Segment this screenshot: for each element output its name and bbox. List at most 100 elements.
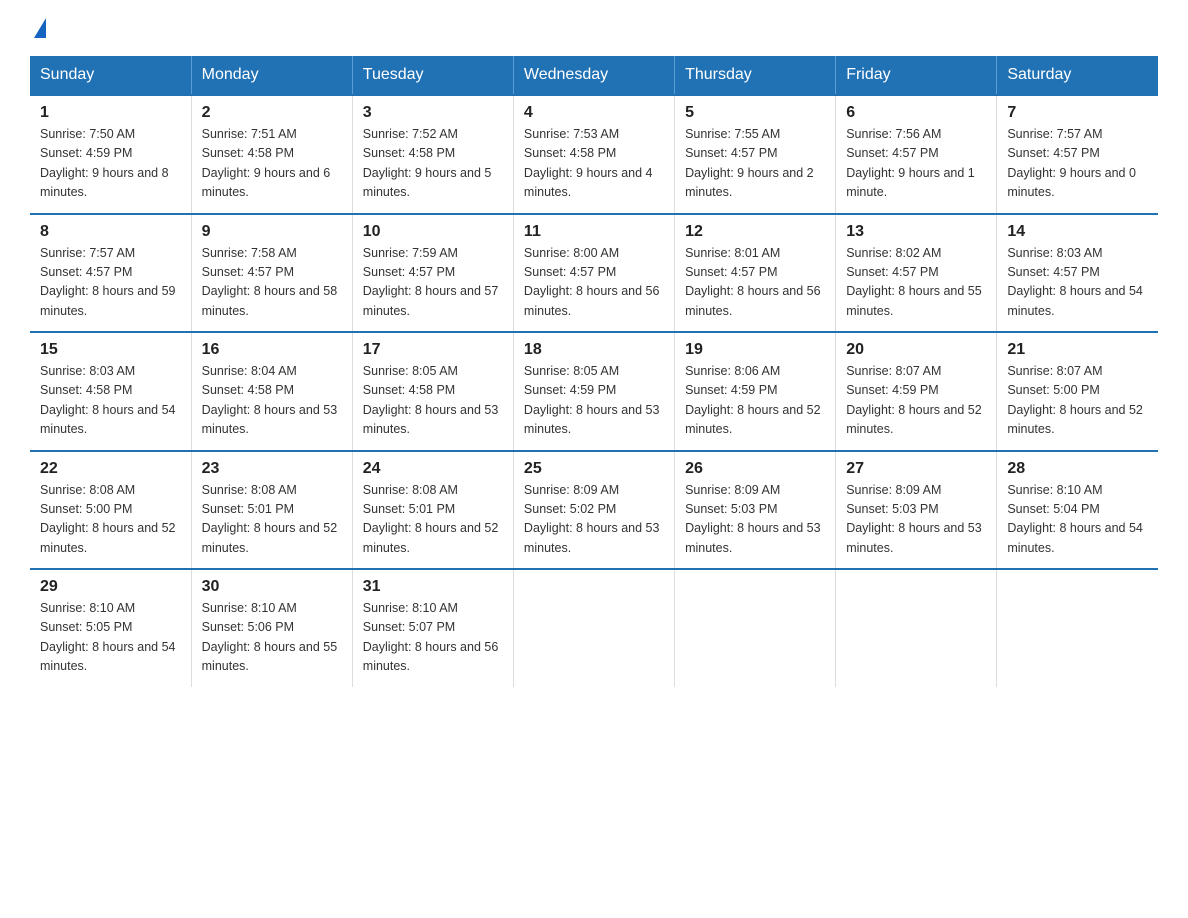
calendar-day-cell: 14 Sunrise: 8:03 AMSunset: 4:57 PMDayligh… — [997, 214, 1158, 333]
day-info: Sunrise: 7:57 AMSunset: 4:57 PMDaylight:… — [40, 244, 181, 322]
day-info: Sunrise: 7:50 AMSunset: 4:59 PMDaylight:… — [40, 125, 181, 203]
day-number: 17 — [363, 341, 503, 359]
page-header — [30, 20, 1158, 38]
day-number: 23 — [202, 460, 342, 478]
calendar-day-cell: 12 Sunrise: 8:01 AMSunset: 4:57 PMDayligh… — [675, 214, 836, 333]
day-info: Sunrise: 8:07 AMSunset: 4:59 PMDaylight:… — [846, 362, 986, 440]
calendar-day-cell: 1 Sunrise: 7:50 AMSunset: 4:59 PMDaylight… — [30, 95, 191, 214]
calendar-day-cell: 4Sunrise: 7:53 AMSunset: 4:58 PMDaylight… — [513, 95, 674, 214]
day-info: Sunrise: 8:10 AMSunset: 5:06 PMDaylight:… — [202, 599, 342, 677]
logo-text — [30, 20, 46, 40]
weekday-header-monday: Monday — [191, 56, 352, 95]
weekday-header-wednesday: Wednesday — [513, 56, 674, 95]
day-number: 31 — [363, 578, 503, 596]
day-number: 20 — [846, 341, 986, 359]
day-number: 10 — [363, 223, 503, 241]
calendar-day-cell: 30 Sunrise: 8:10 AMSunset: 5:06 PMDayligh… — [191, 569, 352, 687]
calendar-week-row: 8 Sunrise: 7:57 AMSunset: 4:57 PMDaylight… — [30, 214, 1158, 333]
day-number: 21 — [1007, 341, 1148, 359]
day-info: Sunrise: 8:10 AMSunset: 5:05 PMDaylight:… — [40, 599, 181, 677]
calendar-day-cell: 20 Sunrise: 8:07 AMSunset: 4:59 PMDayligh… — [836, 332, 997, 451]
calendar-week-row: 15 Sunrise: 8:03 AMSunset: 4:58 PMDayligh… — [30, 332, 1158, 451]
day-info: Sunrise: 8:01 AMSunset: 4:57 PMDaylight:… — [685, 244, 825, 322]
day-info: Sunrise: 7:57 AMSunset: 4:57 PMDaylight:… — [1007, 125, 1148, 203]
day-number: 26 — [685, 460, 825, 478]
calendar-week-row: 22 Sunrise: 8:08 AMSunset: 5:00 PMDayligh… — [30, 451, 1158, 570]
calendar-day-cell: 15 Sunrise: 8:03 AMSunset: 4:58 PMDayligh… — [30, 332, 191, 451]
calendar-day-cell: 2 Sunrise: 7:51 AMSunset: 4:58 PMDaylight… — [191, 95, 352, 214]
day-info: Sunrise: 8:03 AMSunset: 4:58 PMDaylight:… — [40, 362, 181, 440]
day-info: Sunrise: 8:09 AMSunset: 5:02 PMDaylight:… — [524, 481, 664, 559]
calendar-day-cell: 9Sunrise: 7:58 AMSunset: 4:57 PMDaylight… — [191, 214, 352, 333]
day-number: 27 — [846, 460, 986, 478]
day-number: 13 — [846, 223, 986, 241]
day-info: Sunrise: 7:52 AMSunset: 4:58 PMDaylight:… — [363, 125, 503, 203]
logo — [30, 20, 46, 38]
day-info: Sunrise: 8:07 AMSunset: 5:00 PMDaylight:… — [1007, 362, 1148, 440]
empty-cell — [675, 569, 836, 687]
weekday-header-friday: Friday — [836, 56, 997, 95]
day-number: 16 — [202, 341, 342, 359]
calendar-day-cell: 22 Sunrise: 8:08 AMSunset: 5:00 PMDayligh… — [30, 451, 191, 570]
day-number: 22 — [40, 460, 181, 478]
calendar-day-cell: 24 Sunrise: 8:08 AMSunset: 5:01 PMDayligh… — [352, 451, 513, 570]
day-number: 30 — [202, 578, 342, 596]
weekday-header-row: SundayMondayTuesdayWednesdayThursdayFrid… — [30, 56, 1158, 95]
day-number: 8 — [40, 223, 181, 241]
day-info: Sunrise: 7:56 AMSunset: 4:57 PMDaylight:… — [846, 125, 986, 203]
empty-cell — [836, 569, 997, 687]
calendar-day-cell: 7 Sunrise: 7:57 AMSunset: 4:57 PMDaylight… — [997, 95, 1158, 214]
empty-cell — [997, 569, 1158, 687]
day-number: 1 — [40, 104, 181, 122]
day-info: Sunrise: 8:10 AMSunset: 5:07 PMDaylight:… — [363, 599, 503, 677]
calendar-day-cell: 18Sunrise: 8:05 AMSunset: 4:59 PMDayligh… — [513, 332, 674, 451]
day-info: Sunrise: 8:00 AMSunset: 4:57 PMDaylight:… — [524, 244, 664, 322]
day-number: 14 — [1007, 223, 1148, 241]
day-info: Sunrise: 7:55 AMSunset: 4:57 PMDaylight:… — [685, 125, 825, 203]
calendar-day-cell: 17Sunrise: 8:05 AMSunset: 4:58 PMDayligh… — [352, 332, 513, 451]
day-info: Sunrise: 8:06 AMSunset: 4:59 PMDaylight:… — [685, 362, 825, 440]
calendar-table: SundayMondayTuesdayWednesdayThursdayFrid… — [30, 56, 1158, 687]
calendar-day-cell: 23Sunrise: 8:08 AMSunset: 5:01 PMDayligh… — [191, 451, 352, 570]
day-info: Sunrise: 8:09 AMSunset: 5:03 PMDaylight:… — [846, 481, 986, 559]
day-number: 12 — [685, 223, 825, 241]
calendar-day-cell: 10Sunrise: 7:59 AMSunset: 4:57 PMDayligh… — [352, 214, 513, 333]
day-info: Sunrise: 8:03 AMSunset: 4:57 PMDaylight:… — [1007, 244, 1148, 322]
day-number: 7 — [1007, 104, 1148, 122]
day-number: 9 — [202, 223, 342, 241]
day-number: 25 — [524, 460, 664, 478]
calendar-body: 1 Sunrise: 7:50 AMSunset: 4:59 PMDaylight… — [30, 95, 1158, 687]
calendar-day-cell: 11Sunrise: 8:00 AMSunset: 4:57 PMDayligh… — [513, 214, 674, 333]
day-info: Sunrise: 8:09 AMSunset: 5:03 PMDaylight:… — [685, 481, 825, 559]
calendar-day-cell: 25 Sunrise: 8:09 AMSunset: 5:02 PMDayligh… — [513, 451, 674, 570]
day-info: Sunrise: 7:51 AMSunset: 4:58 PMDaylight:… — [202, 125, 342, 203]
day-info: Sunrise: 8:05 AMSunset: 4:59 PMDaylight:… — [524, 362, 664, 440]
calendar-day-cell: 26 Sunrise: 8:09 AMSunset: 5:03 PMDayligh… — [675, 451, 836, 570]
day-number: 15 — [40, 341, 181, 359]
weekday-header-tuesday: Tuesday — [352, 56, 513, 95]
calendar-day-cell: 16Sunrise: 8:04 AMSunset: 4:58 PMDayligh… — [191, 332, 352, 451]
calendar-day-cell: 29 Sunrise: 8:10 AMSunset: 5:05 PMDayligh… — [30, 569, 191, 687]
day-number: 6 — [846, 104, 986, 122]
calendar-day-cell: 8 Sunrise: 7:57 AMSunset: 4:57 PMDaylight… — [30, 214, 191, 333]
weekday-header-saturday: Saturday — [997, 56, 1158, 95]
day-number: 19 — [685, 341, 825, 359]
calendar-day-cell: 3 Sunrise: 7:52 AMSunset: 4:58 PMDaylight… — [352, 95, 513, 214]
day-info: Sunrise: 8:10 AMSunset: 5:04 PMDaylight:… — [1007, 481, 1148, 559]
day-number: 4 — [524, 104, 664, 122]
weekday-header-sunday: Sunday — [30, 56, 191, 95]
day-number: 3 — [363, 104, 503, 122]
calendar-week-row: 29 Sunrise: 8:10 AMSunset: 5:05 PMDayligh… — [30, 569, 1158, 687]
day-number: 28 — [1007, 460, 1148, 478]
calendar-day-cell: 27 Sunrise: 8:09 AMSunset: 5:03 PMDayligh… — [836, 451, 997, 570]
calendar-header: SundayMondayTuesdayWednesdayThursdayFrid… — [30, 56, 1158, 95]
day-info: Sunrise: 8:08 AMSunset: 5:01 PMDaylight:… — [363, 481, 503, 559]
day-info: Sunrise: 8:08 AMSunset: 5:00 PMDaylight:… — [40, 481, 181, 559]
calendar-day-cell: 28 Sunrise: 8:10 AMSunset: 5:04 PMDayligh… — [997, 451, 1158, 570]
calendar-day-cell: 6 Sunrise: 7:56 AMSunset: 4:57 PMDaylight… — [836, 95, 997, 214]
day-number: 24 — [363, 460, 503, 478]
weekday-header-thursday: Thursday — [675, 56, 836, 95]
calendar-day-cell: 31 Sunrise: 8:10 AMSunset: 5:07 PMDayligh… — [352, 569, 513, 687]
day-number: 2 — [202, 104, 342, 122]
day-number: 29 — [40, 578, 181, 596]
